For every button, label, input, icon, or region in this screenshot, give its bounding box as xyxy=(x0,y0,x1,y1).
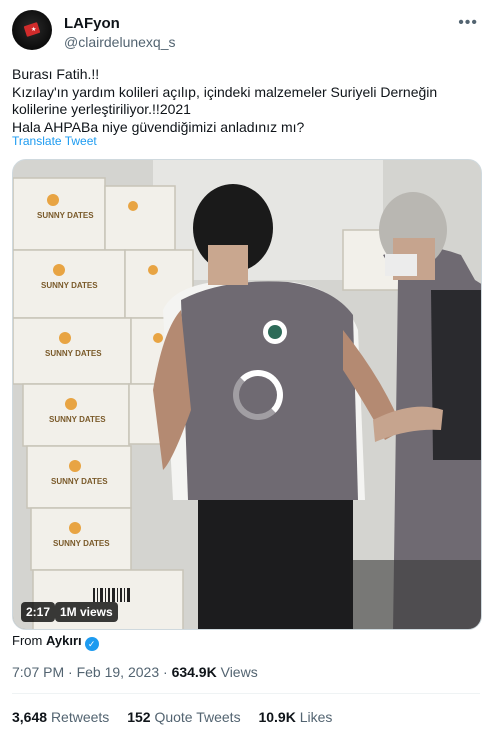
box-label: SUNNY DATES xyxy=(45,349,102,358)
views-label: Views xyxy=(220,664,258,680)
tweet-text-line: Burası Fatih.!! xyxy=(12,66,100,82)
tweet-date[interactable]: Feb 19, 2023 xyxy=(77,664,160,680)
more-options-icon[interactable]: ••• xyxy=(458,14,478,32)
translate-tweet-link[interactable]: Translate Tweet xyxy=(12,134,97,148)
loading-spinner-icon xyxy=(233,370,283,420)
box-label: SUNNY DATES xyxy=(41,281,98,290)
quotes-count: 152 xyxy=(127,709,151,725)
tweet-time[interactable]: 7:07 PM xyxy=(12,664,64,680)
source-prefix: From xyxy=(12,633,43,648)
retweets-stat[interactable]: 3,648 Retweets xyxy=(12,709,109,725)
likes-count: 10.9K xyxy=(258,709,296,725)
avatar[interactable]: ★ xyxy=(12,10,52,50)
likes-label: Likes xyxy=(299,709,333,725)
divider xyxy=(12,693,480,694)
tweet-stats: 3,648 Retweets 152 Quote Tweets 10.9K Li… xyxy=(12,709,346,725)
tweet-text: Burası Fatih.!! Kızılay'ın yardım kolile… xyxy=(12,66,472,136)
tweet-text-line: kolilerine yerleştiriliyor.!!2021 xyxy=(12,101,191,117)
tweet-header: ★ LAFyon @clairdelunexq_s ••• xyxy=(12,10,480,54)
views-count: 634.9K xyxy=(171,664,217,680)
video-duration-badge: 2:17 xyxy=(21,602,56,622)
video-player[interactable]: SUNNY DATES SUNNY DATES SUNNY DATES SUNN… xyxy=(12,159,482,630)
tweet-text-line: Kızılay'ın yardım kolileri açılıp, içind… xyxy=(12,83,438,100)
source-account-link[interactable]: Aykırı xyxy=(46,633,82,648)
likes-stat[interactable]: 10.9K Likes xyxy=(258,709,332,725)
author-handle[interactable]: @clairdelunexq_s xyxy=(64,34,176,50)
box-label: SUNNY DATES xyxy=(37,211,94,220)
box-label: SUNNY DATES xyxy=(49,415,106,424)
star-icon: ★ xyxy=(31,27,37,33)
verified-badge-icon: ✓ xyxy=(84,637,99,651)
quote-tweets-stat[interactable]: 152 Quote Tweets xyxy=(127,709,240,725)
author-name[interactable]: LAFyon xyxy=(64,15,120,32)
video-views-badge: 1M views xyxy=(55,602,118,622)
tweet: ★ LAFyon @clairdelunexq_s ••• Burası Fat… xyxy=(0,0,492,736)
quotes-label: Quote Tweets xyxy=(154,709,241,725)
box-label: SUNNY DATES xyxy=(53,539,110,548)
source-attribution: From Aykırı ✓ xyxy=(12,633,99,651)
box-label: SUNNY DATES xyxy=(51,477,108,486)
retweets-count: 3,648 xyxy=(12,709,48,725)
retweets-label: Retweets xyxy=(50,709,110,725)
tweet-meta: 7:07 PM · Feb 19, 2023 · 634.9K Views xyxy=(12,664,258,680)
